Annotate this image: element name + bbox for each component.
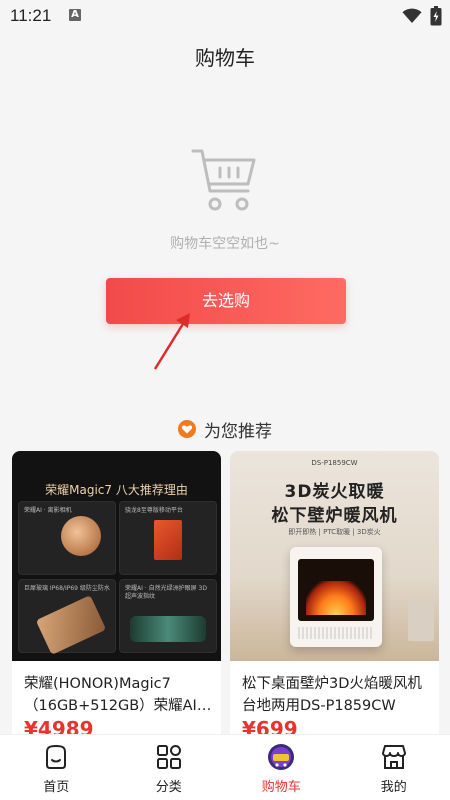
- product-image-subtitle: 松下壁炉暖风机: [271, 506, 398, 526]
- camera-module-icon: [61, 516, 101, 556]
- product-name: 松下桌面壁炉3D火焰暖风机台地两用DS-P1859CW: [242, 676, 422, 714]
- product-card[interactable]: DS-P1859CW 3D炭火取暖 松下壁炉暖风机 即开即热 | PTC取暖 |…: [230, 451, 439, 741]
- heater-illustration: [290, 547, 382, 647]
- bottom-nav: 首页 分类 购物车 我的: [0, 734, 450, 800]
- product-name: 荣耀(HONOR)Magic7（16GB+512GB）荣耀AI…: [24, 676, 212, 714]
- decor-books: [408, 601, 434, 641]
- nav-label: 分类: [155, 780, 182, 795]
- status-time: 11:21: [10, 6, 52, 25]
- go-shop-button[interactable]: 去选购: [106, 278, 346, 324]
- product-image-features: 即开即热 | PTC取暖 | 3D炭火: [288, 528, 381, 536]
- battery-icon: [430, 6, 442, 26]
- nav-label: 购物车: [261, 780, 301, 795]
- cart-icon: [268, 744, 295, 770]
- product-image: 荣耀Magic7 八大推荐理由 荣耀AI · 离影相机 骁龙8至尊版移动平台 巨…: [12, 451, 221, 661]
- product-card[interactable]: 荣耀Magic7 八大推荐理由 荣耀AI · 离影相机 骁龙8至尊版移动平台 巨…: [12, 451, 221, 741]
- store-icon: [381, 745, 406, 769]
- nav-label: 我的: [380, 780, 407, 795]
- heart-icon: [178, 420, 196, 438]
- empty-cart-text: 购物车空空如也~: [170, 236, 280, 252]
- feature-caption: 荣耀AI · 自然光绿洲护眼屏 3D超声波指纹: [125, 585, 207, 600]
- feature-panel: 巨犀玻璃 IP68/IP69 级防尘防水: [18, 579, 116, 655]
- nav-item-home[interactable]: 首页: [0, 735, 113, 800]
- nav-label: 首页: [43, 780, 70, 795]
- feature-panel: 骁龙8至尊版移动平台: [119, 501, 217, 575]
- product-image-title: 3D炭火取暖: [284, 482, 385, 502]
- phone-screen-icon: [130, 616, 206, 642]
- feature-caption: 巨犀玻璃 IP68/IP69 级防尘防水: [24, 585, 110, 592]
- recommend-header: 为您推荐: [0, 416, 450, 442]
- product-image: DS-P1859CW 3D炭火取暖 松下壁炉暖风机 即开即热 | PTC取暖 |…: [230, 451, 439, 661]
- chip-icon: [154, 520, 182, 560]
- phone-back-icon: [35, 595, 107, 655]
- page-title: 购物车: [195, 46, 255, 70]
- fireplace-window: [298, 559, 374, 621]
- notification-badge-icon: A: [69, 9, 81, 21]
- nav-item-mine[interactable]: 我的: [338, 735, 450, 800]
- category-icon: [156, 745, 181, 769]
- feature-caption: 荣耀AI · 离影相机: [24, 507, 72, 514]
- status-icons: [402, 6, 442, 26]
- wifi-icon: [402, 8, 422, 23]
- nav-item-category[interactable]: 分类: [113, 735, 226, 800]
- feature-panel: 荣耀AI · 离影相机: [18, 501, 116, 575]
- status-bar: 11:21 A: [0, 0, 450, 32]
- cart-screen: 11:21 A 购物车 购物车空空如也~ 去选购 为您推荐 荣耀Magic7 八…: [0, 0, 450, 800]
- nav-item-cart[interactable]: 购物车: [225, 735, 338, 800]
- feature-panel: 荣耀AI · 自然光绿洲护眼屏 3D超声波指纹: [119, 579, 217, 653]
- product-image-title: 荣耀Magic7 八大推荐理由: [45, 483, 188, 497]
- empty-cart-icon: [191, 149, 256, 211]
- product-image-model: DS-P1859CW: [311, 459, 358, 467]
- feature-caption: 骁龙8至尊版移动平台: [125, 507, 183, 514]
- home-icon: [46, 744, 67, 769]
- recommend-title: 为您推荐: [204, 421, 272, 442]
- heater-grill: [298, 627, 374, 639]
- flame-icon: [306, 581, 366, 615]
